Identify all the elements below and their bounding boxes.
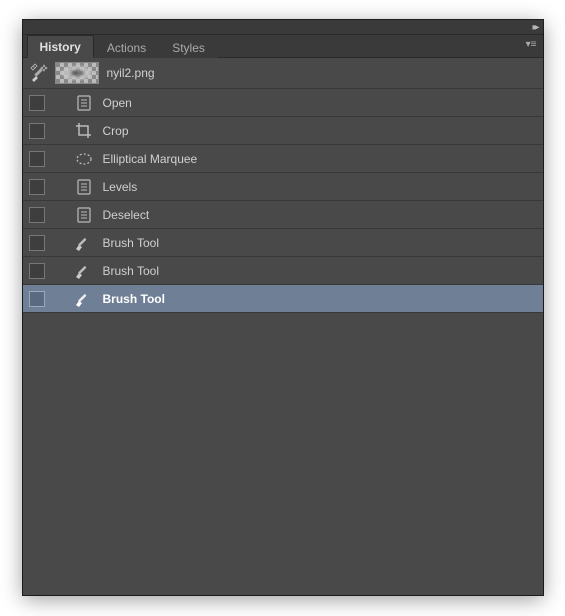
collapse-panel-icon[interactable]: ▸▸ (532, 22, 536, 33)
crop-icon (71, 120, 97, 142)
history-brush-icon (29, 62, 51, 84)
history-item-label: Elliptical Marquee (103, 152, 198, 166)
history-item-deselect[interactable]: Deselect (23, 201, 543, 229)
marquee-icon (71, 148, 97, 170)
history-item-label: Brush Tool (103, 264, 159, 278)
history-item-label: Open (103, 96, 132, 110)
history-item-label: Deselect (103, 208, 150, 222)
snapshot-checkbox[interactable] (29, 179, 45, 195)
history-item-marquee[interactable]: Elliptical Marquee (23, 145, 543, 173)
document-filename: nyil2.png (107, 66, 155, 80)
snapshot-checkbox[interactable] (29, 151, 45, 167)
history-list: Open Crop Elliptical Marquee (23, 89, 543, 313)
brush-icon (71, 260, 97, 282)
snapshot-checkbox[interactable] (29, 263, 45, 279)
history-item-brush[interactable]: Brush Tool (23, 285, 543, 313)
file-icon (71, 204, 97, 226)
brush-icon (71, 232, 97, 254)
snapshot-checkbox[interactable] (29, 123, 45, 139)
tab-history[interactable]: History (27, 35, 94, 58)
history-item-label: Levels (103, 180, 138, 194)
tab-actions[interactable]: Actions (94, 36, 159, 58)
history-item-open[interactable]: Open (23, 89, 543, 117)
panel-menu-icon[interactable]: ▾≡ (526, 39, 537, 50)
panel-top-strip: ▸▸ (23, 20, 543, 35)
tab-bar: History Actions Styles ▾≡ (23, 35, 543, 58)
snapshot-checkbox[interactable] (29, 235, 45, 251)
snapshot-checkbox[interactable] (29, 95, 45, 111)
history-item-brush[interactable]: Brush Tool (23, 257, 543, 285)
document-thumbnail[interactable] (55, 62, 99, 84)
history-item-label: Crop (103, 124, 129, 138)
history-item-brush[interactable]: Brush Tool (23, 229, 543, 257)
history-item-levels[interactable]: Levels (23, 173, 543, 201)
panel-body: nyil2.png Open Crop (23, 58, 543, 595)
history-item-label: Brush Tool (103, 236, 159, 250)
file-icon (71, 176, 97, 198)
history-panel: ▸▸ History Actions Styles ▾≡ nyil2.png (23, 20, 543, 595)
snapshot-checkbox[interactable] (29, 291, 45, 307)
history-item-crop[interactable]: Crop (23, 117, 543, 145)
brush-icon (71, 288, 97, 310)
file-icon (71, 92, 97, 114)
snapshot-checkbox[interactable] (29, 207, 45, 223)
document-row[interactable]: nyil2.png (23, 58, 543, 89)
history-item-label: Brush Tool (103, 292, 165, 306)
tab-styles[interactable]: Styles (159, 36, 218, 58)
